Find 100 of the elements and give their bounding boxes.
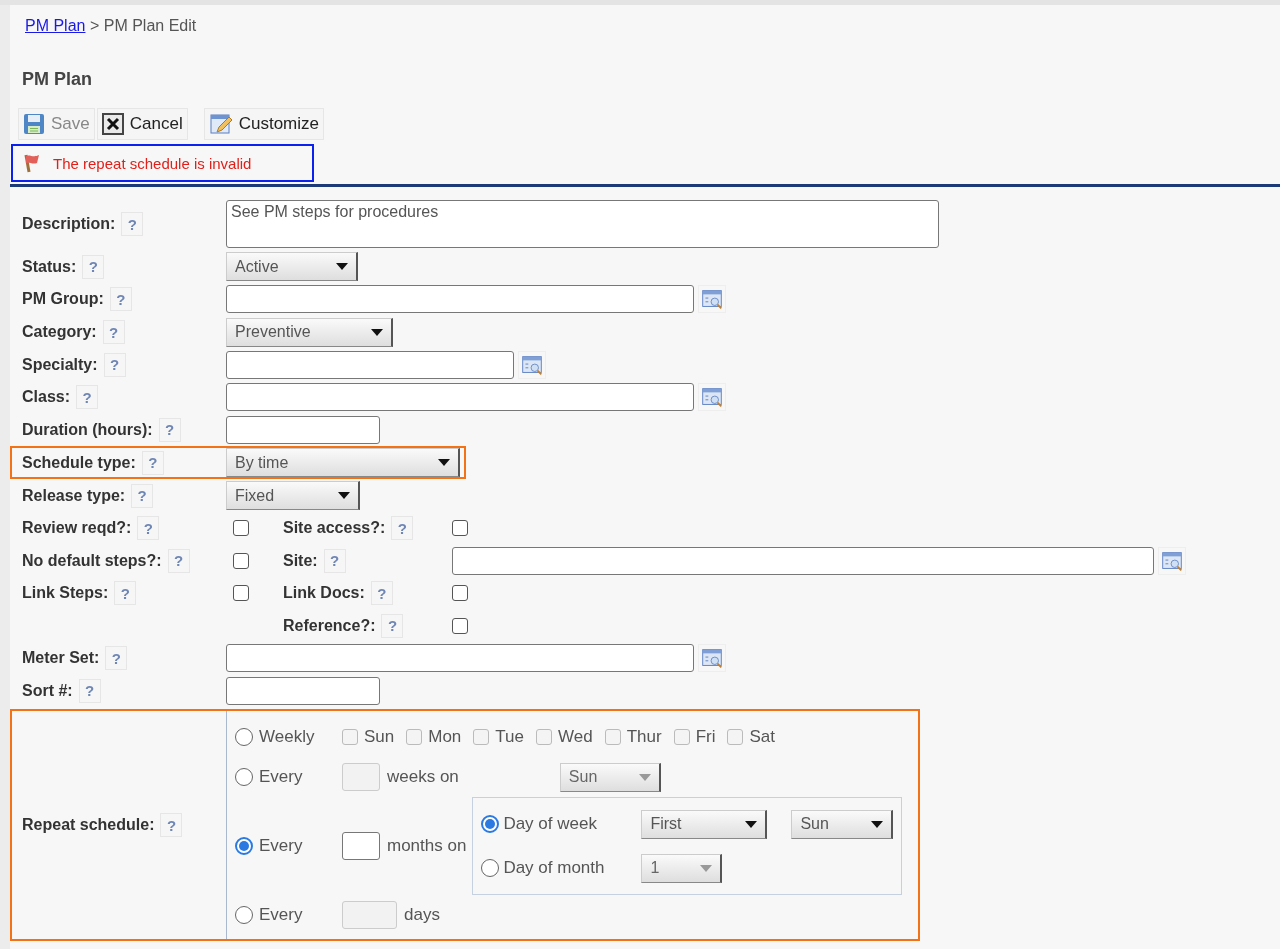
lookup-icon[interactable] xyxy=(698,644,726,673)
day-label: Mon xyxy=(428,727,462,747)
input-field[interactable] xyxy=(226,644,694,673)
page-title: PM Plan xyxy=(21,68,93,91)
unit-label: weeks on xyxy=(387,767,459,787)
dropdown[interactable]: Active xyxy=(226,252,358,281)
field-label: PM Group: xyxy=(22,290,104,309)
field-label: Class: xyxy=(22,388,71,407)
help-button[interactable]: ? xyxy=(103,352,126,377)
checkbox[interactable] xyxy=(342,729,358,745)
help-button[interactable]: ? xyxy=(76,385,99,410)
help-button[interactable]: ? xyxy=(82,254,105,279)
dropdown[interactable]: Preventive xyxy=(226,317,393,347)
help-button[interactable]: ? xyxy=(137,516,160,541)
error-text: The repeat schedule is invalid xyxy=(53,154,252,172)
lookup-icon[interactable] xyxy=(698,383,726,412)
checkbox[interactable] xyxy=(727,729,744,745)
checkbox[interactable] xyxy=(233,520,249,537)
checkbox[interactable] xyxy=(473,729,490,745)
input-field[interactable] xyxy=(226,415,380,444)
checkbox[interactable] xyxy=(233,585,249,602)
input-field[interactable] xyxy=(342,901,397,929)
input-field[interactable] xyxy=(342,832,380,860)
lookup-icon[interactable] xyxy=(698,285,726,314)
help-button[interactable]: ? xyxy=(160,813,183,837)
breadcrumb-separator: > xyxy=(89,17,100,34)
help-button[interactable]: ? xyxy=(381,613,404,638)
radio-button[interactable] xyxy=(481,815,500,833)
help-button[interactable]: ? xyxy=(167,548,190,573)
help-button[interactable]: ? xyxy=(109,287,132,312)
cancel-button[interactable]: Cancel xyxy=(96,108,188,140)
dropdown[interactable]: 1 xyxy=(641,853,723,883)
checkbox[interactable] xyxy=(452,617,468,634)
dropdown[interactable]: Sun xyxy=(791,809,894,839)
dropdown[interactable]: Sun xyxy=(559,762,661,792)
dropdown[interactable]: Fixed xyxy=(226,481,360,510)
radio-button[interactable] xyxy=(235,837,253,855)
field-label: Site access?: xyxy=(283,519,386,538)
field-label: Review reqd?: xyxy=(22,519,132,538)
breadcrumb-link[interactable]: PM Plan xyxy=(25,17,86,34)
help-button[interactable]: ? xyxy=(141,450,164,475)
radio-button[interactable] xyxy=(235,906,253,924)
customize-button[interactable]: Customize xyxy=(203,108,324,140)
input-field[interactable] xyxy=(226,350,514,379)
caret-icon xyxy=(338,492,350,499)
checkbox[interactable] xyxy=(604,729,621,745)
day-label: Thur xyxy=(626,727,662,747)
option-label: Weekly xyxy=(259,727,315,747)
help-button[interactable]: ? xyxy=(158,417,181,442)
field-label: Status: xyxy=(22,257,77,276)
lookup-icon[interactable] xyxy=(518,350,546,379)
checkbox[interactable] xyxy=(536,729,552,745)
help-button[interactable]: ? xyxy=(391,516,414,541)
help-button[interactable]: ? xyxy=(105,646,128,671)
field-label: Schedule type: xyxy=(22,453,136,472)
option-label: Every xyxy=(259,905,303,925)
radio-button[interactable] xyxy=(481,859,500,877)
day-label: Sat xyxy=(749,727,775,747)
field-label: Sort #: xyxy=(22,681,73,700)
checkbox[interactable] xyxy=(406,729,423,745)
checkbox[interactable] xyxy=(673,729,690,745)
help-button[interactable]: ? xyxy=(131,483,154,508)
field-label: Reference?: xyxy=(283,616,376,635)
field-label: No default steps?: xyxy=(22,551,162,570)
field-label: Category: xyxy=(22,323,97,341)
caret-icon xyxy=(438,459,450,466)
field-label: Duration (hours): xyxy=(22,420,153,439)
input-field[interactable] xyxy=(452,546,1154,575)
edit-window-icon xyxy=(208,112,233,136)
caret-icon xyxy=(745,820,758,828)
checkbox[interactable] xyxy=(233,552,249,569)
field-label: Meter Set: xyxy=(22,649,100,668)
help-button[interactable]: ? xyxy=(114,581,137,606)
caret-icon xyxy=(371,328,383,336)
checkbox[interactable] xyxy=(452,585,468,602)
option-label: Every xyxy=(259,836,303,856)
dropdown[interactable]: By time xyxy=(226,448,460,477)
lookup-icon[interactable] xyxy=(1158,546,1186,575)
help-button[interactable]: ? xyxy=(78,678,101,703)
radio-button[interactable] xyxy=(235,768,253,786)
help-button[interactable]: ? xyxy=(370,581,393,606)
checkbox[interactable] xyxy=(452,520,468,537)
input-field[interactable] xyxy=(342,763,380,791)
unit-label: months on xyxy=(387,836,467,856)
input-field[interactable] xyxy=(226,285,694,314)
radio-button[interactable] xyxy=(235,728,253,746)
help-button[interactable]: ? xyxy=(102,320,125,344)
field-label: Specialty: xyxy=(22,355,98,374)
dropdown[interactable]: First xyxy=(641,809,768,839)
option-label: Every xyxy=(259,767,303,787)
field-label: Release type: xyxy=(22,486,126,505)
field-label: Site: xyxy=(283,551,318,570)
help-button[interactable]: ? xyxy=(121,212,144,236)
day-label: Tue xyxy=(495,727,524,747)
help-button[interactable]: ? xyxy=(323,548,346,573)
input-field[interactable] xyxy=(226,383,694,412)
day-label: Fri xyxy=(695,727,716,747)
close-icon xyxy=(101,113,124,135)
input-field[interactable] xyxy=(226,676,380,705)
description-field[interactable]: See PM steps for procedures xyxy=(226,200,939,248)
